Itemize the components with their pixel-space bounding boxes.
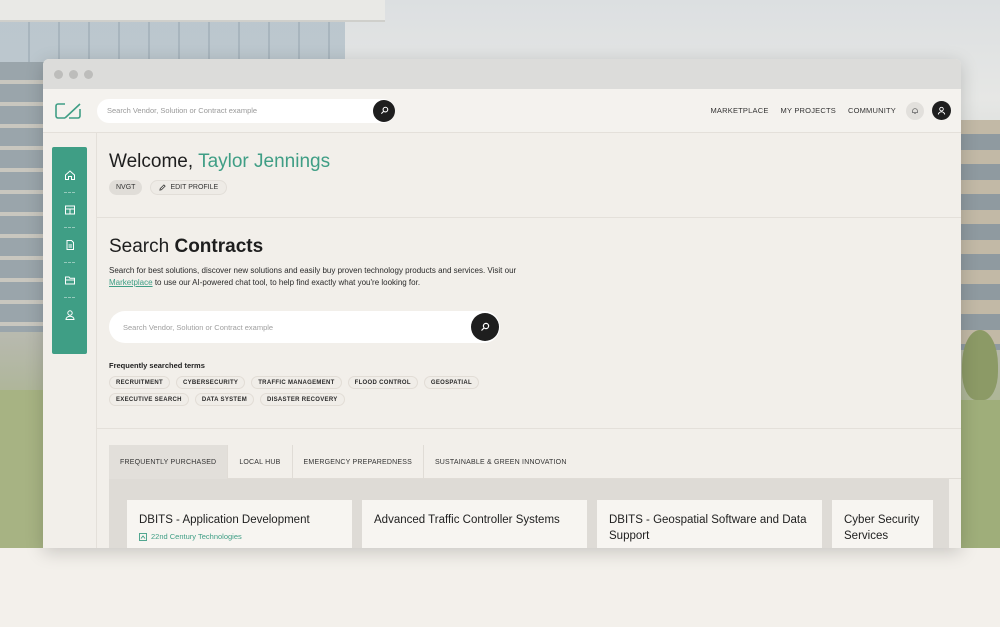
home-icon	[64, 169, 75, 180]
main-content: Welcome, Taylor Jennings NVGT EDIT PROFI…	[97, 133, 961, 548]
section-divider	[97, 217, 961, 218]
contract-card[interactable]: DBITS - Geospatial Software and Data Sup…	[597, 500, 822, 548]
pencil-icon	[159, 184, 167, 191]
header-search-button[interactable]	[373, 99, 395, 122]
category-tabs: FREQUENTLY PURCHASED LOCAL HUB EMERGENCY…	[109, 445, 961, 479]
tree	[962, 330, 998, 400]
search-contracts-title-bold: Contracts	[174, 236, 264, 257]
org-badge: NVGT	[109, 180, 143, 195]
profile-chips: NVGT EDIT PROFILE	[109, 180, 228, 195]
sidebar-item-catalog[interactable]	[52, 192, 87, 227]
header-search-input[interactable]: Search Vendor, Solution or Contract exam…	[97, 98, 395, 123]
user-avatar-button[interactable]	[932, 101, 951, 120]
contract-search-input[interactable]: Search Vendor, Solution or Contract exam…	[109, 311, 500, 343]
search-icon	[481, 322, 490, 331]
card-title: DBITS - Application Development	[139, 514, 310, 526]
term-tag[interactable]: CYBERSECURITY	[175, 376, 246, 389]
contract-cards: DBITS - Application Development 22nd Cen…	[109, 479, 949, 548]
sidebar-item-home[interactable]	[52, 157, 87, 192]
notifications-button[interactable]	[906, 101, 924, 120]
contract-search-placeholder: Search Vendor, Solution or Contract exam…	[123, 322, 274, 332]
frequent-terms-list: RECRUITMENT CYBERSECURITY TRAFFIC MANAGE…	[109, 376, 529, 406]
marketplace-link[interactable]: Marketplace	[109, 278, 153, 287]
user-name: Taylor Jennings	[198, 151, 331, 172]
term-tag[interactable]: RECRUITMENT	[109, 376, 170, 389]
lawn-right	[960, 400, 1000, 548]
top-navigation: Search Vendor, Solution or Contract exam…	[43, 89, 961, 133]
tab-sustainable-green-innovation[interactable]: SUSTAINABLE & GREEN INNOVATION	[424, 445, 578, 479]
window-dot-minimize[interactable]	[69, 69, 78, 79]
search-icon	[380, 106, 388, 115]
card-vendor-name: 22nd Century Technologies	[151, 532, 242, 541]
sidebar-column	[43, 133, 97, 548]
page-body: Welcome, Taylor Jennings NVGT EDIT PROFI…	[43, 133, 961, 548]
building-right	[960, 120, 1000, 350]
section-divider	[97, 428, 961, 429]
card-title: Advanced Traffic Controller Systems	[374, 514, 560, 526]
tab-emergency-preparedness[interactable]: EMERGENCY PREPAREDNESS	[293, 445, 424, 479]
sidebar-item-profile[interactable]	[52, 297, 87, 332]
edit-profile-label: EDIT PROFILE	[170, 184, 219, 191]
description-part-1: Search for best solutions, discover new …	[109, 266, 517, 275]
building-left	[0, 62, 45, 332]
card-vendor[interactable]: 22nd Century Technologies	[139, 532, 340, 541]
sidebar-item-projects[interactable]	[52, 262, 87, 297]
welcome-greeting: Welcome,	[109, 151, 194, 172]
contract-card[interactable]: DBITS - Application Development 22nd Cen…	[127, 500, 352, 548]
nav-my-projects[interactable]: MY PROJECTS	[781, 106, 836, 115]
contract-search-button[interactable]	[471, 313, 499, 341]
user-icon	[64, 309, 75, 320]
building-windows	[0, 22, 345, 62]
browser-window: Search Vendor, Solution or Contract exam…	[43, 59, 961, 548]
term-tag[interactable]: EXECUTIVE SEARCH	[109, 393, 189, 406]
catalog-icon	[64, 205, 75, 214]
frequent-terms-label: Frequently searched terms	[109, 361, 205, 370]
window-dot-maximize[interactable]	[84, 69, 93, 79]
lawn-left	[0, 390, 45, 548]
nav-links: MARKETPLACE MY PROJECTS COMMUNITY	[710, 106, 896, 115]
term-tag[interactable]: DISASTER RECOVERY	[260, 393, 345, 406]
contract-card[interactable]: Cyber Security Services	[832, 500, 933, 548]
search-contracts-description: Search for best solutions, discover new …	[109, 265, 549, 289]
nav-community[interactable]: COMMUNITY	[848, 106, 896, 115]
description-part-2: to use our AI-powered chat tool, to help…	[154, 278, 421, 287]
search-contracts-title: Search Contracts	[109, 236, 263, 258]
brand-logo-icon[interactable]	[53, 101, 83, 121]
nav-marketplace[interactable]: MARKETPLACE	[710, 106, 768, 115]
contract-card[interactable]: Advanced Traffic Controller Systems	[362, 500, 587, 548]
term-tag[interactable]: DATA SYSTEM	[194, 393, 255, 406]
header-search-placeholder: Search Vendor, Solution or Contract exam…	[107, 106, 258, 115]
card-title: DBITS - Geospatial Software and Data Sup…	[609, 514, 807, 542]
document-icon	[66, 239, 74, 250]
tab-frequently-purchased[interactable]: FREQUENTLY PURCHASED	[109, 445, 229, 479]
term-tag[interactable]: TRAFFIC MANAGEMENT	[251, 376, 342, 389]
bell-icon	[912, 107, 918, 114]
welcome-heading: Welcome, Taylor Jennings	[109, 151, 330, 173]
building-roof	[0, 0, 385, 22]
vendor-icon	[139, 532, 147, 541]
window-titlebar	[43, 59, 961, 89]
edit-profile-button[interactable]: EDIT PROFILE	[150, 180, 228, 195]
folder-icon	[64, 276, 75, 284]
term-tag[interactable]: FLOOD CONTROL	[347, 376, 418, 389]
sidebar-item-documents[interactable]	[52, 227, 87, 262]
card-title: Cyber Security Services	[844, 514, 920, 542]
window-dot-close[interactable]	[54, 69, 63, 79]
tab-local-hub[interactable]: LOCAL HUB	[228, 445, 293, 479]
sidebar	[52, 147, 87, 354]
user-icon	[937, 106, 946, 115]
term-tag[interactable]: GEOSPATIAL	[423, 376, 479, 389]
search-contracts-title-light: Search	[109, 236, 170, 257]
